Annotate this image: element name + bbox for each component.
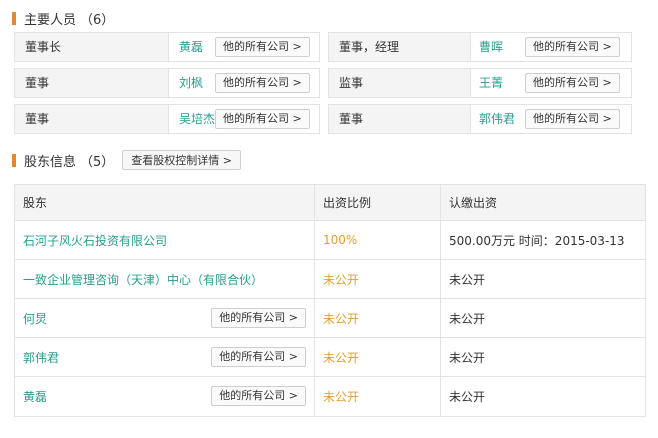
person-role: 董事 [15,105,169,133]
holder-name-link[interactable]: 一致企业管理咨询（天津）中心（有限合伙） [23,271,263,288]
person-name-link[interactable]: 郭伟君 [479,105,515,133]
all-companies-button[interactable]: 他的所有公司 > [215,109,310,129]
holder-ratio: 未公开 [323,311,360,326]
table-row: 何炅 他的所有公司 > 未公开 未公开 [15,299,645,338]
person-card: 董事 郭伟君 他的所有公司 > [328,104,632,134]
all-companies-button[interactable]: 他的所有公司 > [211,347,306,367]
header-holder: 股东 [23,196,48,210]
shareholders-title: 股东信息 [24,154,77,170]
personnel-header: 主要人员 （6） [12,8,114,28]
holder-name-link[interactable]: 黄磊 [23,388,47,405]
all-companies-button[interactable]: 他的所有公司 > [215,73,310,93]
all-companies-button[interactable]: 他的所有公司 > [525,109,620,129]
section-accent-bar [12,11,16,25]
all-companies-button[interactable]: 他的所有公司 > [525,73,620,93]
table-row: 石河子风火石投资有限公司 100% 500.00万元 时间：2015-03-13 [15,221,645,260]
personnel-title: 主要人员 [24,12,77,28]
shareholders-count: （5） [80,154,115,170]
person-name-link[interactable]: 吴培杰 [179,105,215,133]
all-companies-button[interactable]: 他的所有公司 > [211,308,306,328]
holder-name-link[interactable]: 石河子风火石投资有限公司 [23,232,167,249]
table-row: 黄磊 他的所有公司 > 未公开 未公开 [15,377,645,416]
shareholders-header: 股东信息 （5） 查看股权控制详情 > [12,150,242,170]
person-card: 董事 吴培杰 他的所有公司 > [14,104,320,134]
person-role: 董事长 [15,33,169,61]
person-name-link[interactable]: 王菁 [479,69,503,97]
person-role: 董事 [15,69,169,97]
header-ratio: 出资比例 [323,196,372,210]
personnel-count: （6） [80,12,115,28]
holder-ratio: 100% [323,233,358,247]
all-companies-button[interactable]: 他的所有公司 > [211,386,306,406]
person-name-link[interactable]: 刘枫 [179,69,203,97]
shareholders-table: 股东 出资比例 认缴出资 石河子风火石投资有限公司 100% 500.00万元 … [14,184,646,417]
section-accent-bar [12,153,16,167]
person-card: 董事，经理 曹晖 他的所有公司 > [328,32,632,62]
holder-name-link[interactable]: 郭伟君 [23,349,59,366]
holder-ratio: 未公开 [323,272,360,287]
header-paid: 认缴出资 [449,196,498,210]
table-header-row: 股东 出资比例 认缴出资 [15,185,645,221]
person-name-link[interactable]: 黄磊 [179,33,203,61]
holder-paid: 未公开 [449,390,486,404]
holder-paid: 未公开 [449,311,486,326]
table-row: 郭伟君 他的所有公司 > 未公开 未公开 [15,338,645,377]
table-row: 一致企业管理咨询（天津）中心（有限合伙） 未公开 未公开 [15,260,645,299]
person-name-link[interactable]: 曹晖 [479,33,503,61]
all-companies-button[interactable]: 他的所有公司 > [525,37,620,57]
holder-ratio: 未公开 [323,390,360,404]
person-card: 监事 王菁 他的所有公司 > [328,68,632,98]
person-card: 董事长 黄磊 他的所有公司 > [14,32,320,62]
person-role: 董事，经理 [329,33,471,61]
person-card: 董事 刘枫 他的所有公司 > [14,68,320,98]
holder-paid: 未公开 [449,350,486,365]
equity-control-button[interactable]: 查看股权控制详情 > [122,150,242,170]
holder-paid: 未公开 [449,272,486,287]
all-companies-button[interactable]: 他的所有公司 > [215,37,310,57]
holder-ratio: 未公开 [323,350,360,365]
holder-name-link[interactable]: 何炅 [23,310,47,327]
person-role: 监事 [329,69,471,97]
holder-paid: 500.00万元 时间：2015-03-13 [449,233,625,248]
person-role: 董事 [329,105,471,133]
